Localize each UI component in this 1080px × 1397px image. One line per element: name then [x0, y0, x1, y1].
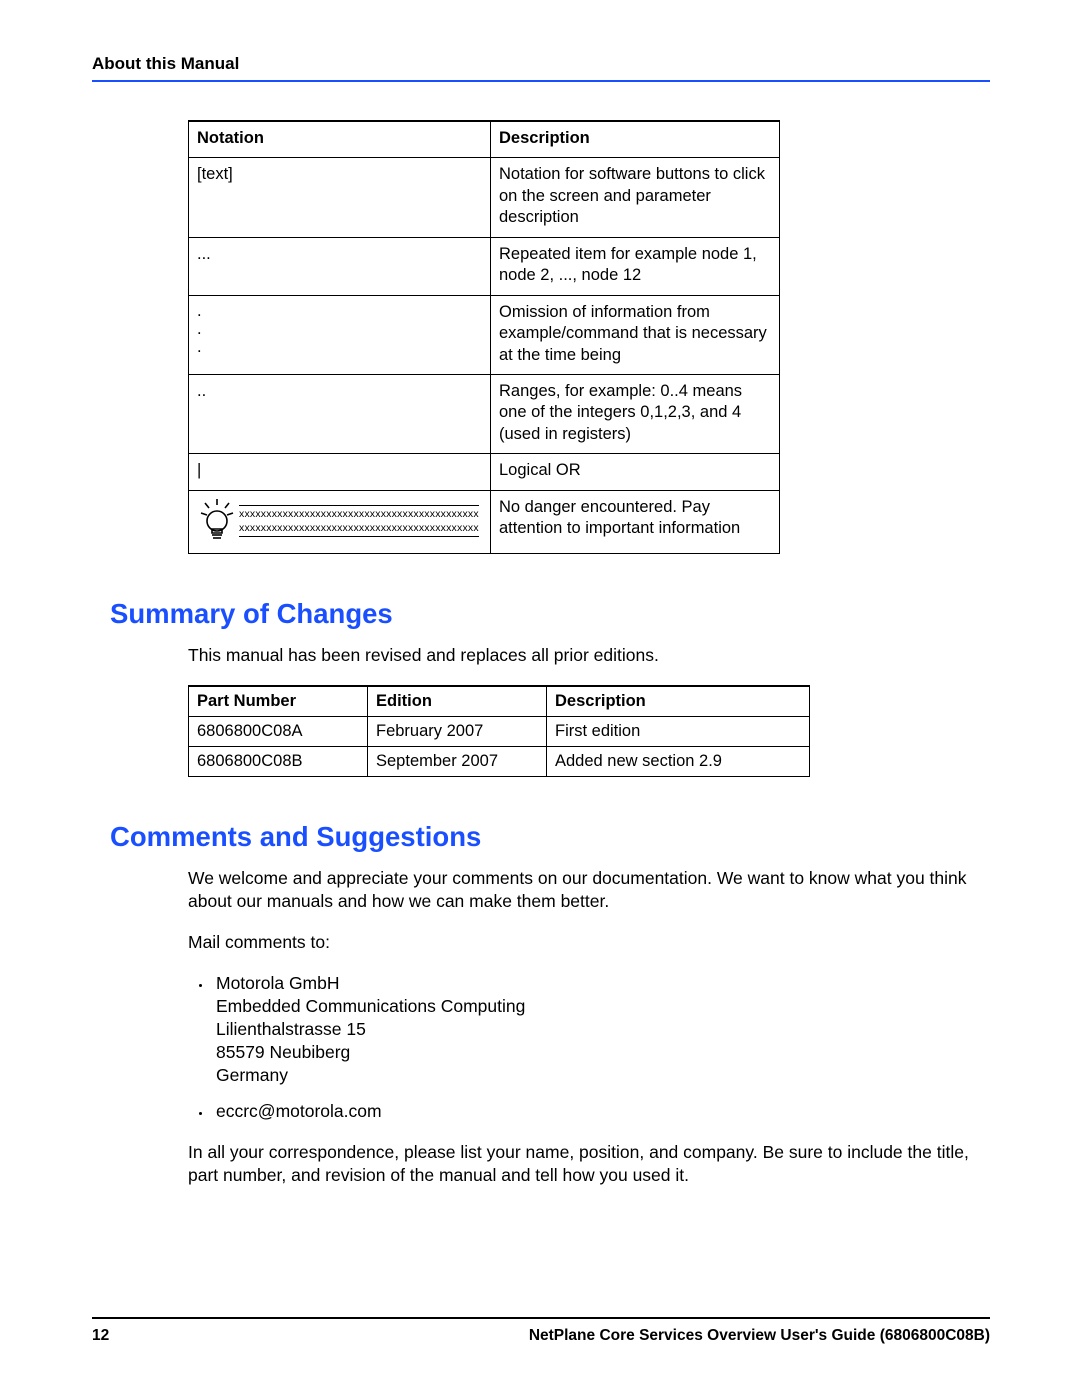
table-row: 6806800C08A February 2007 First edition — [189, 716, 810, 746]
page-footer: 12 NetPlane Core Services Overview User'… — [92, 1317, 990, 1345]
table-row: . . . Omission of information from examp… — [189, 295, 780, 374]
page-content: Notation Description [text] Notation for… — [92, 120, 990, 1187]
summary-intro: This manual has been revised and replace… — [188, 644, 990, 667]
comments-p3: In all your correspondence, please list … — [188, 1141, 990, 1187]
dot-line: . — [197, 320, 482, 338]
heading-summary-of-changes: Summary of Changes — [110, 598, 990, 630]
table-header-row: Part Number Edition Description — [189, 686, 810, 717]
cell-edition: September 2007 — [368, 746, 547, 776]
mailing-address-list: Motorola GmbH Embedded Communications Co… — [188, 972, 990, 1123]
cell-notation: [text] — [189, 158, 491, 237]
cell-part-number: 6806800C08A — [189, 716, 368, 746]
address-item: Motorola GmbH Embedded Communications Co… — [212, 972, 990, 1087]
col-part-number: Part Number — [189, 686, 368, 717]
cell-notation: .. — [189, 374, 491, 453]
col-notation: Notation — [189, 121, 491, 158]
col-description: Description — [491, 121, 780, 158]
cell-description: Logical OR — [491, 454, 780, 490]
cell-description: No danger encountered. Pay attention to … — [491, 490, 780, 553]
cell-part-number: 6806800C08B — [189, 746, 368, 776]
cell-description: Omission of information from example/com… — [491, 295, 780, 374]
cell-notation-bulb: xxxxxxxxxxxxxxxxxxxxxxxxxxxxxxxxxxxxxxxx… — [189, 490, 491, 553]
notation-table: Notation Description [text] Notation for… — [188, 120, 780, 554]
table-row: ... Repeated item for example node 1, no… — [189, 237, 780, 295]
table-header-row: Notation Description — [189, 121, 780, 158]
page: About this Manual Notation Description [… — [0, 0, 1080, 1397]
comments-p1: We welcome and appreciate your comments … — [188, 867, 990, 913]
cell-description: Notation for software buttons to click o… — [491, 158, 780, 237]
table-row: [text] Notation for software buttons to … — [189, 158, 780, 237]
lightbulb-icon — [197, 497, 237, 545]
cell-notation: | — [189, 454, 491, 490]
header-rule — [92, 80, 990, 82]
col-edition: Edition — [368, 686, 547, 717]
table-row: 6806800C08B September 2007 Added new sec… — [189, 746, 810, 776]
footer-doc-title: NetPlane Core Services Overview User's G… — [529, 1327, 990, 1345]
bulb-placeholder-text: xxxxxxxxxxxxxxxxxxxxxxxxxxxxxxxxxxxxxxxx… — [239, 505, 479, 537]
cell-description: First edition — [547, 716, 810, 746]
running-header: About this Manual — [92, 54, 990, 74]
col-description: Description — [547, 686, 810, 717]
table-row: .. Ranges, for example: 0..4 means one o… — [189, 374, 780, 453]
changes-table: Part Number Edition Description 6806800C… — [188, 685, 810, 777]
dot-line: . — [197, 338, 482, 356]
cell-description: Repeated item for example node 1, node 2… — [491, 237, 780, 295]
footer-rule — [92, 1317, 990, 1319]
cell-notation: ... — [189, 237, 491, 295]
cell-description: Ranges, for example: 0..4 means one of t… — [491, 374, 780, 453]
cell-notation: . . . — [189, 295, 491, 374]
cell-description: Added new section 2.9 — [547, 746, 810, 776]
table-row: xxxxxxxxxxxxxxxxxxxxxxxxxxxxxxxxxxxxxxxx… — [189, 490, 780, 553]
email-item: eccrc@motorola.com — [212, 1100, 990, 1123]
dot-line: . — [197, 302, 482, 320]
comments-p2: Mail comments to: — [188, 931, 990, 954]
heading-comments-and-suggestions: Comments and Suggestions — [110, 821, 990, 853]
table-row: | Logical OR — [189, 454, 780, 490]
cell-edition: February 2007 — [368, 716, 547, 746]
page-number: 12 — [92, 1327, 109, 1345]
